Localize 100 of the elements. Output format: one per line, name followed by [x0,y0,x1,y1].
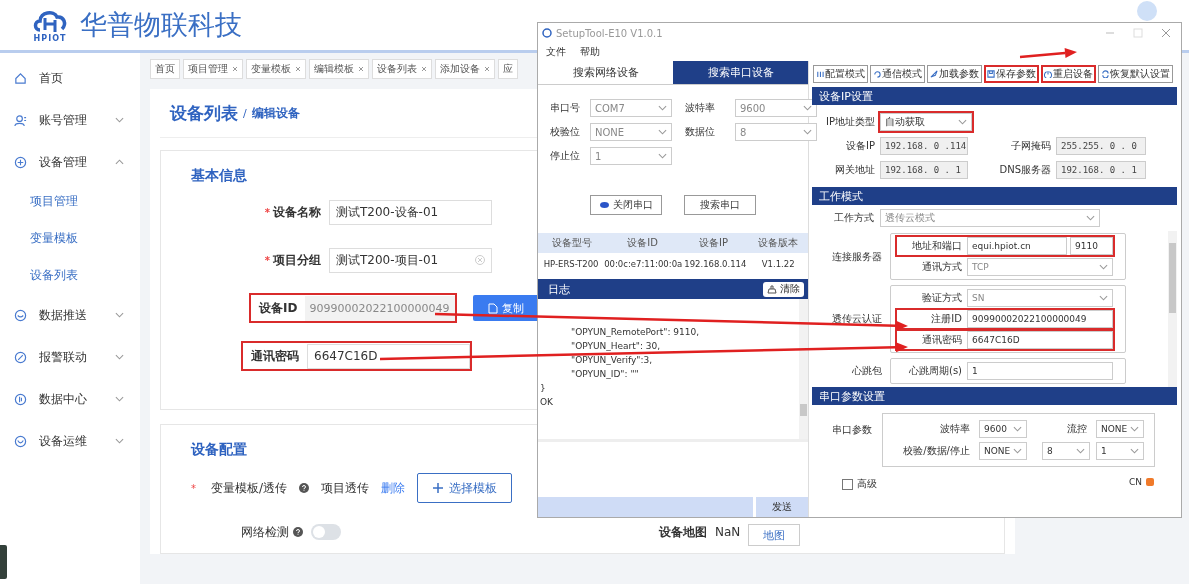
field-label: 心跳周期(s) [908,364,963,378]
page-tab[interactable]: 编辑模板 [309,59,369,79]
sidebar-subitem[interactable]: 变量模板 [0,220,140,257]
text-field[interactable]: 测试T200-设备-01 [329,199,492,225]
page-tab[interactable]: 应 [498,59,518,79]
port-button[interactable]: 搜索串口 [684,195,756,215]
breadcrumb-link[interactable]: 设备列表 [170,101,238,125]
page-tab[interactable]: 项目管理 [183,59,243,79]
port-field[interactable]: 9110 [1070,237,1113,255]
chevron-icon [1076,448,1085,454]
map-button[interactable]: 地图 [748,524,801,546]
close-icon[interactable] [484,66,490,72]
dropdown[interactable]: 透传云模式 [880,209,1100,227]
toolbar-button[interactable]: 重启设备 [1041,65,1096,83]
port-button[interactable]: 关闭串口 [590,195,662,215]
sidebar-item[interactable]: 数据推送 [0,294,140,336]
field-label: 通讯密码 [251,347,299,365]
chevron-icon [958,119,967,125]
group-label: 连接服务器 [831,249,883,264]
select-template-button[interactable]: 选择模板 [417,473,513,503]
sidebar-item[interactable]: 设备管理 [0,141,140,183]
send-button[interactable]: 发送 [756,497,808,517]
close-icon[interactable] [421,66,427,72]
ip-field[interactable]: 192.168. 0 . 1 [1056,161,1146,179]
sidebar-item[interactable]: 报警联动 [0,336,140,378]
scrollbar[interactable] [1168,231,1177,387]
help-icon[interactable] [293,527,303,537]
menu-item[interactable]: 帮助 [580,45,600,59]
help-icon[interactable] [299,483,310,493]
ip-field[interactable]: 192.168. 0 . 1 [880,161,968,179]
document-icon [488,302,499,314]
chevron-icon [658,153,667,159]
dropdown[interactable]: 9600 [735,99,817,117]
table-cell: 00:0c:e7:11:00:0a [604,259,683,269]
page-tab[interactable]: 变量模板 [246,59,306,79]
circle-icon [14,434,27,448]
delete-link[interactable]: 删除 [381,479,406,497]
ip-field[interactable]: 255.255. 0 . 0 [1056,137,1146,155]
ime-icon[interactable] [1145,477,1155,487]
clear-button[interactable]: 清除 [763,281,804,297]
sidebar-label: 数据中心 [39,390,87,408]
text-field[interactable]: 6647C16D [967,331,1113,349]
tool-tab[interactable]: 搜索串口设备 [673,61,808,85]
toolbar-button[interactable]: 通信模式 [870,65,925,83]
text-field[interactable]: 1 [967,362,1113,380]
map-value: NaN [715,525,741,539]
dropdown[interactable]: TCP [967,258,1113,276]
dropdown[interactable]: SN [967,289,1113,307]
field-label: 验证方式 [921,291,963,305]
toolbar-button[interactable]: 恢复默认设置 [1098,65,1173,83]
scrollbar[interactable] [799,299,808,439]
sidebar-item[interactable]: 数据中心 [0,378,140,420]
clear-icon[interactable] [475,255,485,265]
text-field[interactable]: 6647C16D [307,343,470,369]
dropdown[interactable]: 1 [1096,442,1144,460]
dropdown[interactable]: NONE [590,123,672,141]
address-field[interactable]: equi.hpiot.cn [967,237,1067,255]
sidebar-label: 设备管理 [39,153,87,171]
sidebar-subitem[interactable]: 项目管理 [0,183,140,220]
close-icon[interactable] [1161,28,1171,38]
close-icon[interactable] [295,66,301,72]
page-tab[interactable]: 首页 [150,59,180,79]
sidebar-subitem[interactable]: 设备列表 [0,257,140,294]
pill-icon [599,202,609,208]
ip-field[interactable]: 192.168. 0 .114 [880,137,968,155]
field-label: 注册ID [930,312,963,326]
sidebar-label: 数据推送 [39,306,87,324]
toolbar-button[interactable]: 配置模式 [813,65,868,83]
text-field[interactable]: 测试T200-项目-01 [329,247,492,273]
sidebar-item[interactable]: 账号管理 [0,99,140,141]
menu-item[interactable]: 文件 [546,45,566,59]
close-icon[interactable] [358,66,364,72]
section-header: 工作模式 [812,187,1177,205]
toolbar-button[interactable]: 加载参数 [927,65,982,83]
chevron-icon [115,354,124,360]
dropdown[interactable]: NONE [1096,420,1144,438]
dropdown[interactable]: 9600 [979,420,1027,438]
breadcrumb-current: 编辑设备 [251,104,300,122]
close-icon[interactable] [232,66,238,72]
dropdown[interactable]: COM7 [590,99,672,117]
dropdown[interactable]: 8 [1042,442,1090,460]
dropdown[interactable]: NONE [979,442,1027,460]
sidebar-item[interactable]: 首页 [0,57,140,99]
table-cell-text: HP-ERS-T200 [542,259,600,269]
field-label: 波特率 [939,422,971,436]
field-label: 数据位 [685,125,716,139]
toolbar-button[interactable]: 保存参数 [984,65,1039,83]
field-label: 网关地址 [834,163,876,177]
page-tab[interactable]: 添加设备 [435,59,495,79]
page-tab[interactable]: 设备列表 [372,59,432,79]
dropdown[interactable]: 8 [735,123,817,141]
send-field[interactable] [538,497,753,517]
sidebar-item[interactable]: 设备运维 [0,420,140,462]
chevron-icon [1013,448,1022,454]
dropdown[interactable]: 1 [590,147,672,165]
checkbox[interactable] [842,478,853,490]
person-icon [14,113,27,127]
dropdown[interactable]: 自动获取 [880,113,972,131]
toggle-switch[interactable] [311,524,341,540]
table-cell-text: V1.1.22 [760,259,796,269]
